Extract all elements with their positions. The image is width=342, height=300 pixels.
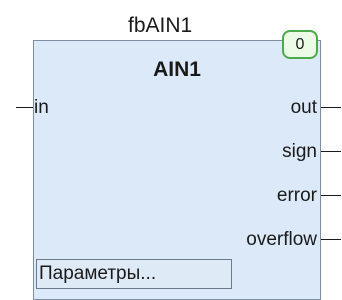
input-pin-label-in: in [34,97,49,118]
function-block[interactable]: AIN1 in out sign error overflow Параметр… [33,40,321,300]
output-pin-label-out: out [290,97,317,118]
input-pin-line-in[interactable] [16,107,33,108]
block-type-name: AIN1 [153,58,201,81]
output-pin-label-overflow: overflow [246,229,317,250]
parameters-button[interactable]: Параметры... [36,259,232,289]
output-pin-line-overflow[interactable] [321,239,341,240]
order-badge[interactable]: 0 [282,30,318,59]
output-pin-label-sign: sign [282,141,317,162]
output-pin-line-sign[interactable] [321,151,341,152]
output-pin-label-error: error [276,185,317,206]
instance-name: fbAIN1 [128,14,193,37]
output-pin-line-error[interactable] [321,195,341,196]
output-pin-line-out[interactable] [321,107,341,108]
